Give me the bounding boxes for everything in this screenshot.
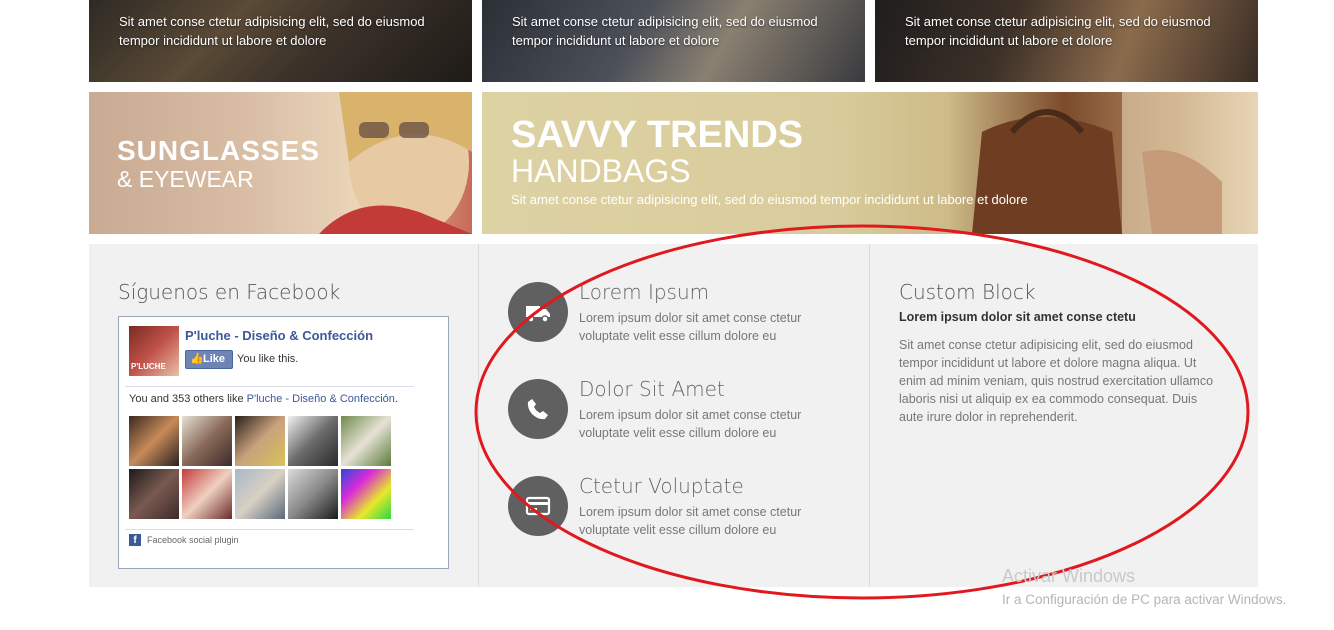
page-avatar[interactable]: P'LUCHE (129, 326, 179, 376)
fan-avatar[interactable] (129, 416, 179, 466)
divider (125, 529, 414, 530)
avatar-label: P'LUCHE (131, 362, 166, 371)
fan-avatar[interactable] (235, 469, 285, 519)
banner-text: Sit amet conse ctetur adipisicing elit, … (511, 192, 1028, 207)
windows-activation-hint: Ir a Configuración de PC para activar Wi… (1002, 592, 1287, 607)
fan-avatar[interactable] (288, 416, 338, 466)
fan-avatar[interactable] (235, 416, 285, 466)
promo-tile-1[interactable]: Sit amet conse ctetur adipisicing elit, … (89, 0, 472, 82)
fan-avatar[interactable] (182, 469, 232, 519)
fan-count: You and 353 others like P'luche - Diseño… (129, 393, 398, 405)
banner-title: SUNGLASSES (117, 135, 320, 166)
social-plugin-link[interactable]: Facebook social plugin (147, 535, 239, 545)
sunglasses-banner[interactable]: SUNGLASSES & EYEWEAR (89, 92, 472, 234)
promo-tile-3[interactable]: Sit amet conse ctetur adipisicing elit, … (875, 0, 1258, 82)
you-like-text: You like this. (237, 353, 299, 365)
divider (125, 386, 414, 387)
savvy-trends-banner[interactable]: SAVVY TRENDS HANDBAGS Sit amet conse cte… (482, 92, 1258, 234)
handbag-photo-placeholder (972, 92, 1258, 234)
windows-activation-title: Activar Windows (1002, 566, 1136, 586)
fan-count-suffix: . (394, 393, 398, 405)
tile-caption: Sit amet conse ctetur adipisicing elit, … (512, 14, 818, 48)
fan-page-link[interactable]: P'luche - Diseño & Confección (247, 393, 395, 405)
fan-avatar[interactable] (129, 469, 179, 519)
tile-caption: Sit amet conse ctetur adipisicing elit, … (119, 14, 425, 48)
fan-count-prefix: You and 353 others like (129, 393, 247, 405)
fan-avatar[interactable] (341, 416, 391, 466)
banner-subtitle: & EYEWEAR (117, 166, 254, 192)
fan-avatar[interactable] (341, 469, 391, 519)
tile-caption: Sit amet conse ctetur adipisicing elit, … (905, 14, 1211, 48)
model-photo-placeholder (319, 92, 472, 234)
like-label: Like (203, 353, 226, 365)
facebook-page-link[interactable]: P'luche - Diseño & Confección (185, 328, 373, 343)
annotation-ellipse (474, 224, 1250, 600)
facebook-like-box: P'LUCHE P'luche - Diseño & Confección 👍 … (118, 316, 449, 569)
like-button[interactable]: 👍 Like (185, 350, 233, 369)
fan-avatar[interactable] (182, 416, 232, 466)
fan-avatar[interactable] (288, 469, 338, 519)
banner-title: SAVVY TRENDS (511, 114, 804, 156)
promo-tile-2[interactable]: Sit amet conse ctetur adipisicing elit, … (482, 0, 865, 82)
facebook-heading: Síguenos en Facebook (118, 280, 341, 304)
facebook-icon: f (129, 534, 141, 546)
banner-subtitle: HANDBAGS (511, 153, 691, 189)
thumbs-up-icon: 👍 (190, 353, 204, 365)
